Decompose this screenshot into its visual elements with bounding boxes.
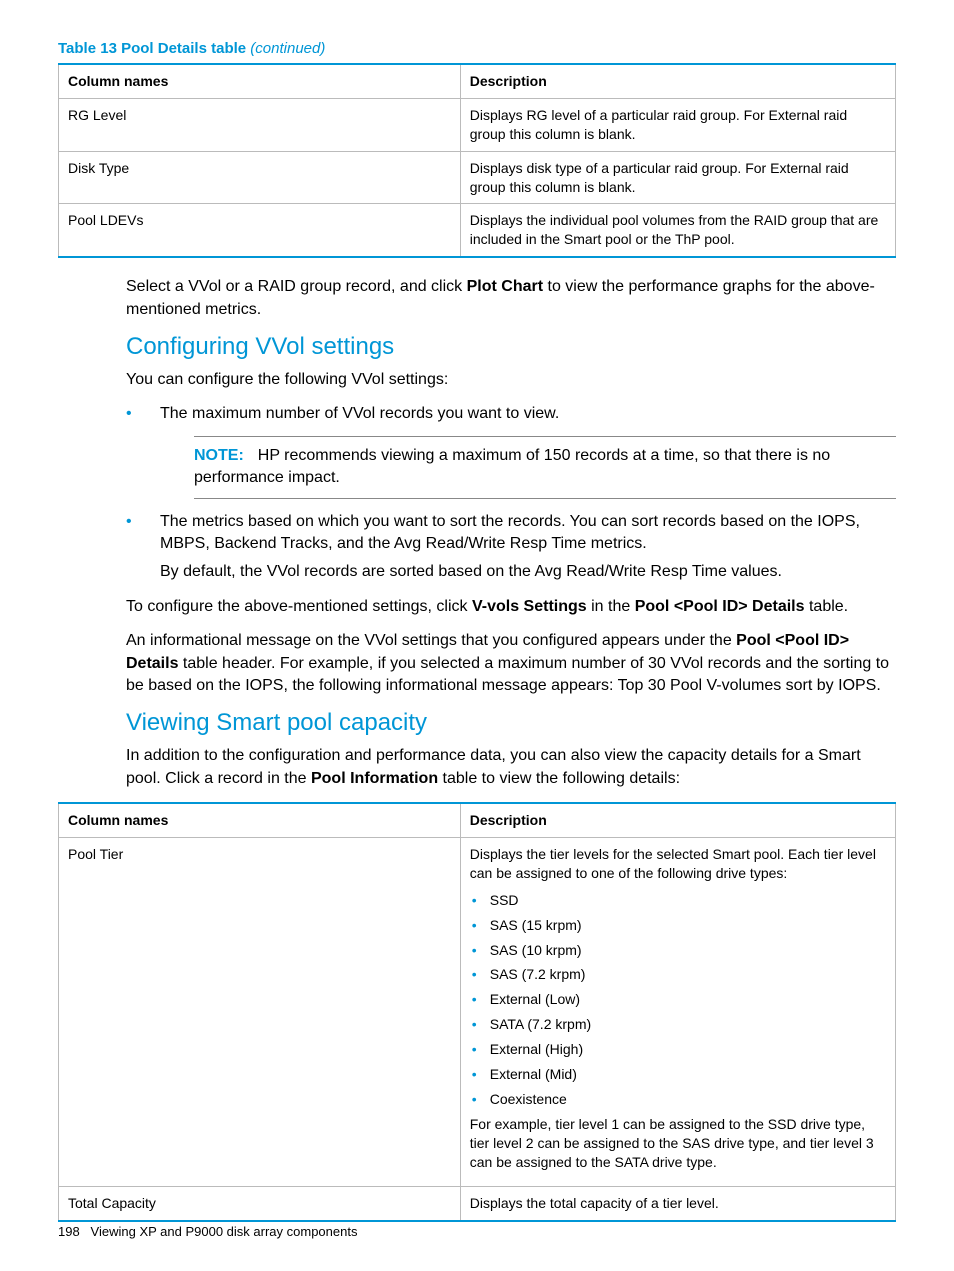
paragraph-info-message: An informational message on the VVol set… <box>126 630 896 697</box>
list-item: External (Mid) <box>470 1065 886 1084</box>
note-text: HP recommends viewing a maximum of 150 r… <box>194 447 830 486</box>
plot-chart-bold: Plot Chart <box>467 278 543 295</box>
list-item: SSD <box>470 891 886 910</box>
vvol-settings-list: The maximum number of VVol records you w… <box>126 403 896 583</box>
bullet-text: The metrics based on which you want to s… <box>160 513 860 552</box>
page-number: 198 <box>58 1224 80 1239</box>
table-row: Pool LDEVs Displays the individual pool … <box>59 204 896 257</box>
pool-details-bold: Pool <Pool ID> Details <box>635 598 805 615</box>
paragraph-plot-chart: Select a VVol or a RAID group record, an… <box>126 276 896 321</box>
list-item: Coexistence <box>470 1090 886 1109</box>
desc-paragraph: Displays the tier levels for the selecte… <box>470 845 886 883</box>
cell-description: Displays RG level of a particular raid g… <box>460 98 895 151</box>
desc-paragraph: For example, tier level 1 can be assigne… <box>470 1115 886 1172</box>
cell-column-name: Pool Tier <box>59 837 461 1186</box>
paragraph-smart-pool-intro: In addition to the configuration and per… <box>126 745 896 790</box>
document-page: Table 13 Pool Details table (continued) … <box>0 0 954 1271</box>
table-13-caption: Table 13 Pool Details table (continued) <box>58 40 896 57</box>
page-footer: 198 Viewing XP and P9000 disk array comp… <box>58 1224 357 1239</box>
list-item: The metrics based on which you want to s… <box>126 511 896 584</box>
smart-pool-capacity-table: Column names Description Pool Tier Displ… <box>58 802 896 1222</box>
cell-description: Displays the total capacity of a tier le… <box>460 1187 895 1221</box>
cell-column-name: Total Capacity <box>59 1187 461 1221</box>
note-label: NOTE: <box>194 447 244 464</box>
note-box: NOTE:HP recommends viewing a maximum of … <box>194 436 896 499</box>
list-item: SAS (15 krpm) <box>470 916 886 935</box>
cell-description: Displays the tier levels for the selecte… <box>460 837 895 1186</box>
paragraph-vvol-intro: You can configure the following VVol set… <box>126 369 896 391</box>
caption-text: Table 13 Pool Details table <box>58 40 246 57</box>
table-row: Total Capacity Displays the total capaci… <box>59 1187 896 1221</box>
table-row: Disk Type Displays disk type of a partic… <box>59 151 896 204</box>
list-item: SAS (10 krpm) <box>470 941 886 960</box>
heading-configuring-vvol: Configuring VVol settings <box>126 333 896 361</box>
list-item: The maximum number of VVol records you w… <box>126 403 896 498</box>
column-header-description: Description <box>460 64 895 98</box>
list-item: External (Low) <box>470 990 886 1009</box>
column-header-names: Column names <box>59 803 461 837</box>
column-header-names: Column names <box>59 64 461 98</box>
cell-column-name: RG Level <box>59 98 461 151</box>
column-header-description: Description <box>460 803 895 837</box>
table-row: RG Level Displays RG level of a particul… <box>59 98 896 151</box>
paragraph-configure-settings: To configure the above-mentioned setting… <box>126 596 896 618</box>
cell-column-name: Disk Type <box>59 151 461 204</box>
cell-description: Displays disk type of a particular raid … <box>460 151 895 204</box>
heading-viewing-smart-pool: Viewing Smart pool capacity <box>126 709 896 737</box>
drive-type-list: SSD SAS (15 krpm) SAS (10 krpm) SAS (7.2… <box>470 891 886 1109</box>
list-item: External (High) <box>470 1040 886 1059</box>
bullet-text: The maximum number of VVol records you w… <box>160 405 559 422</box>
cell-description: Displays the individual pool volumes fro… <box>460 204 895 257</box>
list-item: SATA (7.2 krpm) <box>470 1015 886 1034</box>
cell-column-name: Pool LDEVs <box>59 204 461 257</box>
bullet-sub-paragraph: By default, the VVol records are sorted … <box>160 561 896 583</box>
caption-continued: (continued) <box>250 40 325 57</box>
pool-information-bold: Pool Information <box>311 770 438 787</box>
vvols-settings-bold: V-vols Settings <box>472 598 587 615</box>
footer-title: Viewing XP and P9000 disk array componen… <box>91 1224 358 1239</box>
table-row: Pool Tier Displays the tier levels for t… <box>59 837 896 1186</box>
list-item: SAS (7.2 krpm) <box>470 965 886 984</box>
pool-details-table: Column names Description RG Level Displa… <box>58 63 896 258</box>
